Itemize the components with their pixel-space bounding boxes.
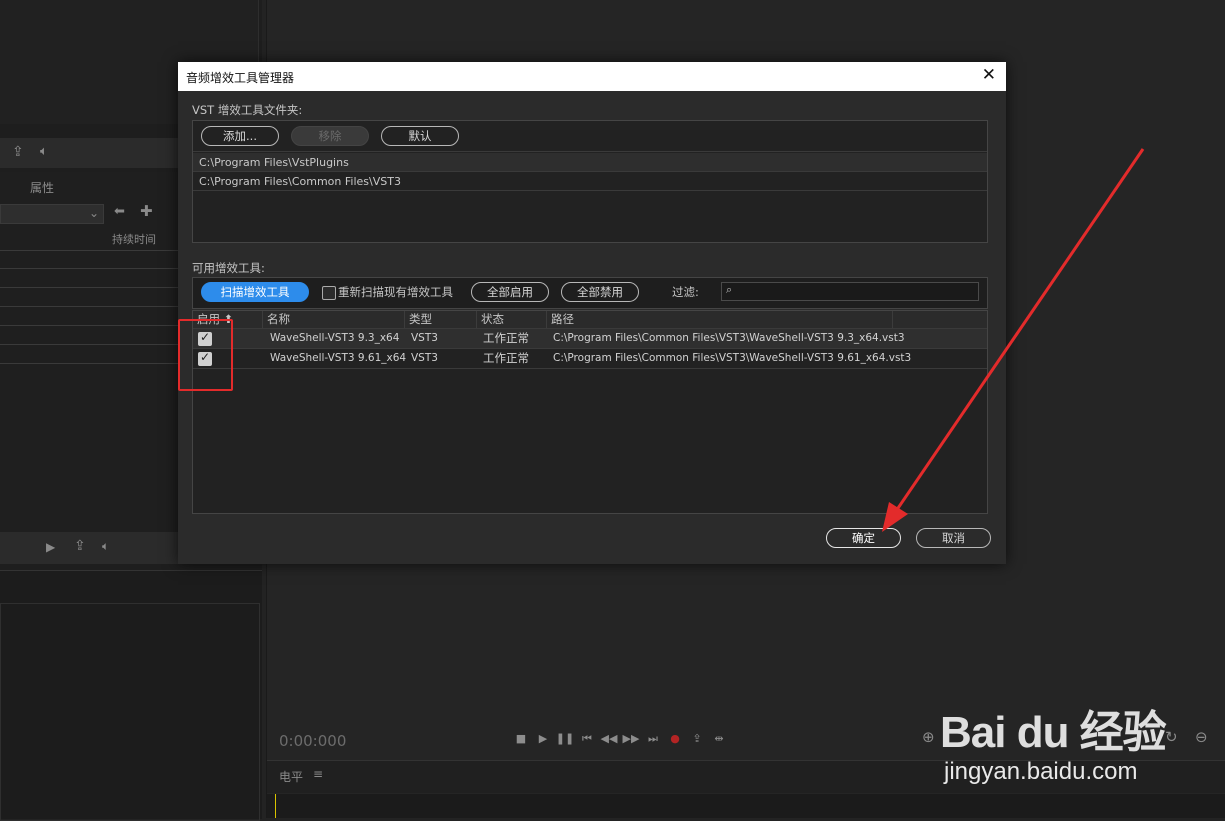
go-to-start-icon[interactable]: ⏮: [576, 732, 598, 746]
rescan-existing-label: 重新扫描现有增效工具: [338, 285, 453, 299]
export-icon[interactable]: ⇪: [74, 538, 86, 554]
record-icon[interactable]: ●: [664, 732, 686, 745]
highlight-annotation: [178, 319, 233, 391]
table-header: 启用 ⬆ 名称 类型 状态 路径: [193, 311, 987, 329]
preset-dropdown[interactable]: ⌄: [0, 204, 104, 224]
folder-path: C:\Program Files\Common Files\VST3: [199, 175, 401, 188]
default-folders-button[interactable]: 默认: [381, 126, 459, 146]
left-bottom-panel: [0, 570, 262, 821]
play-icon[interactable]: ▶: [532, 732, 554, 745]
stop-icon[interactable]: ■: [510, 732, 532, 745]
skip-icon[interactable]: ⇹: [708, 732, 730, 745]
plugin-type: VST3: [411, 332, 438, 344]
plugin-path: C:\Program Files\Common Files\VST3\WaveS…: [553, 352, 912, 364]
close-icon[interactable]: ✕: [982, 65, 996, 85]
transport-controls: ■ ▶ ❚❚ ⏮ ◀◀ ▶▶ ⏭ ● ⇪ ⇹: [510, 731, 730, 746]
back-arrow-icon[interactable]: ⬅: [114, 204, 125, 219]
plugin-name: WaveShell-VST3 9.3_x64: [270, 332, 400, 344]
chevron-down-icon: ⌄: [88, 206, 99, 220]
timecode: 0:00:000: [279, 732, 347, 750]
zoom-in-icon[interactable]: ⊕: [922, 728, 935, 746]
vst-folder-panel: 添加... 移除 默认 C:\Program Files\VstPlugins …: [192, 120, 988, 243]
baidu-watermark: Bai du 经验 jingyan.baidu.com: [940, 686, 1220, 786]
plugin-table: 启用 ⬆ 名称 类型 状态 路径 WaveShell-VST3 9.3_x64 …: [192, 310, 988, 514]
enable-all-button[interactable]: 全部启用: [471, 282, 549, 302]
plugin-type: VST3: [411, 352, 438, 364]
pause-icon[interactable]: ❚❚: [554, 732, 576, 745]
search-icon: ⌕: [726, 283, 733, 296]
red-arrow-annotation: [882, 148, 1145, 532]
export-icon[interactable]: ⇪: [12, 144, 24, 160]
level-label: 电平: [279, 770, 304, 784]
remove-folder-button[interactable]: 移除: [291, 126, 369, 146]
folder-row[interactable]: C:\Program Files\VstPlugins: [193, 153, 987, 172]
rescan-existing-checkbox[interactable]: [322, 286, 336, 300]
column-name[interactable]: 名称: [263, 311, 405, 328]
available-plugins-label: 可用增效工具:: [192, 261, 265, 275]
dialog-titlebar: 音频增效工具管理器 ✕: [178, 62, 1006, 91]
plugin-path: C:\Program Files\Common Files\VST3\WaveS…: [553, 332, 905, 344]
folder-path: C:\Program Files\VstPlugins: [199, 156, 349, 169]
column-status[interactable]: 状态: [477, 311, 547, 328]
duration-label: 持续时间: [112, 233, 156, 246]
dialog-title: 音频增效工具管理器: [186, 71, 295, 85]
plugin-status: 工作正常: [483, 351, 529, 365]
vst-folder-label: VST 增效工具文件夹:: [192, 103, 303, 117]
table-row[interactable]: WaveShell-VST3 9.61_x64 VST3 工作正常 C:\Pro…: [193, 349, 987, 369]
play-icon[interactable]: ▶: [46, 540, 55, 554]
disable-all-button[interactable]: 全部禁用: [561, 282, 639, 302]
table-row[interactable]: WaveShell-VST3 9.3_x64 VST3 工作正常 C:\Prog…: [193, 329, 987, 349]
speaker-icon[interactable]: 🔈︎: [40, 144, 48, 159]
folder-row[interactable]: C:\Program Files\Common Files\VST3: [193, 172, 987, 191]
column-type[interactable]: 类型: [405, 311, 477, 328]
filter-label: 过滤:: [672, 285, 699, 299]
fast-forward-icon[interactable]: ▶▶: [620, 732, 642, 745]
add-icon[interactable]: ✚: [140, 202, 153, 220]
watermark-url: jingyan.baidu.com: [944, 758, 1138, 785]
add-folder-button[interactable]: 添加...: [201, 126, 279, 146]
plugin-status: 工作正常: [483, 331, 529, 345]
rewind-icon[interactable]: ◀◀: [598, 732, 620, 745]
loop-icon[interactable]: ⇪: [686, 732, 708, 745]
bottom-list: [0, 603, 260, 821]
speaker-icon[interactable]: 🔈︎: [102, 539, 109, 554]
watermark-logo: Bai du 经验: [940, 708, 1167, 757]
scan-plugins-button[interactable]: 扫描增效工具: [201, 282, 309, 302]
properties-label: 属性: [30, 181, 55, 195]
go-to-end-icon[interactable]: ⏭: [642, 732, 664, 746]
plugin-toolbar: 扫描增效工具 重新扫描现有增效工具 全部启用 全部禁用 过滤: ⌕: [192, 277, 988, 309]
column-path[interactable]: 路径: [547, 311, 893, 328]
level-meter: [267, 794, 1225, 818]
plugin-name: WaveShell-VST3 9.61_x64: [270, 352, 407, 364]
playhead: [275, 794, 276, 818]
menu-icon[interactable]: ≡: [313, 767, 323, 781]
